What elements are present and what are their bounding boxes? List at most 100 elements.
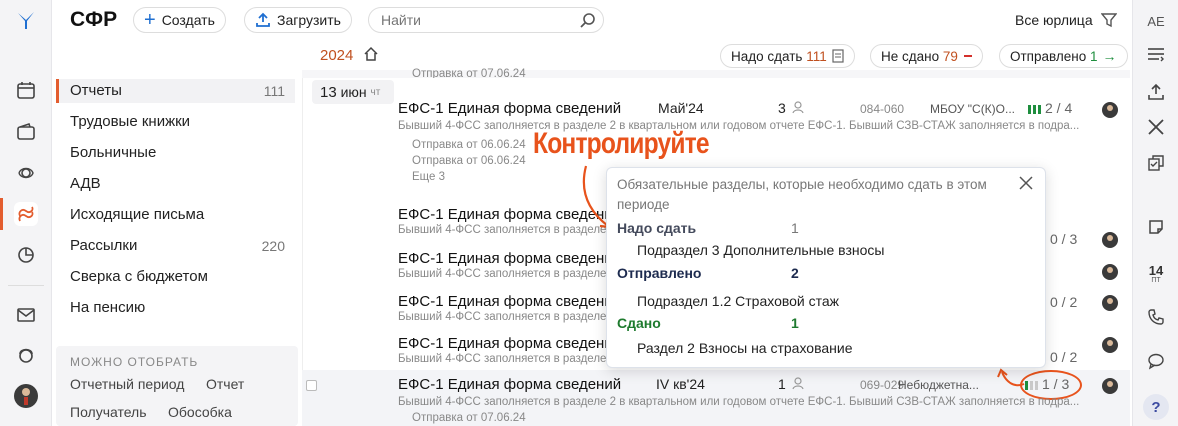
row-progress-text[interactable]: 0 / 2 xyxy=(1050,349,1077,365)
group-done-label: Сдано xyxy=(617,315,661,331)
sidebar-item-budget-reconciliation[interactable]: Сверка с бюджетом xyxy=(70,265,295,289)
group-sent-count: 2 xyxy=(791,265,799,281)
row-more-link[interactable]: Еще 3 xyxy=(412,171,445,183)
not-submitted-count: 79 xyxy=(942,48,958,64)
row-title: ЕФС-1 Единая форма сведений xyxy=(398,100,622,117)
user-initials[interactable]: АЕ xyxy=(1144,9,1168,33)
upload-button[interactable]: Загрузить xyxy=(244,7,352,33)
close-icon[interactable] xyxy=(1019,176,1033,193)
sent-pill[interactable]: Отправлено 1 → xyxy=(999,44,1128,68)
row-reg-number: 084-060 xyxy=(860,102,905,116)
group-done-item[interactable]: Раздел 2 Взносы на страхование xyxy=(637,340,853,356)
sidebar-item-label: АДВ xyxy=(70,175,101,192)
sidebar-item-label: Больничные xyxy=(70,144,157,161)
search-icon[interactable] xyxy=(580,12,596,31)
note-icon[interactable] xyxy=(1144,215,1168,239)
row-description: Бывший 4-ФСС заполняется в разделе xyxy=(398,224,607,236)
sidebar-item-adv[interactable]: АДВ xyxy=(70,172,295,196)
row-progress[interactable]: 2 / 4 xyxy=(1028,100,1072,116)
filter-icon[interactable] xyxy=(1100,12,1118,31)
pie-chart-icon[interactable] xyxy=(14,243,38,267)
responsible-avatar[interactable] xyxy=(1102,295,1118,311)
list-settings-icon[interactable] xyxy=(1144,42,1168,66)
row-count: 3 xyxy=(778,100,786,116)
filter-recipient[interactable]: Получатель xyxy=(70,404,147,420)
year-label[interactable]: 2024 xyxy=(320,47,353,64)
group-sent-item[interactable]: Подраздел 1.2 Страховой стаж xyxy=(637,293,839,309)
filter-heading: МОЖНО ОТОБРАТЬ xyxy=(70,355,199,369)
sfr-link-icon[interactable] xyxy=(14,202,38,226)
calendar-icon[interactable] xyxy=(14,78,38,102)
row-progress-text[interactable]: 0 / 2 xyxy=(1050,294,1077,310)
sidebar-item-count: 111 xyxy=(263,83,285,99)
export-icon[interactable] xyxy=(1144,80,1168,104)
sidebar-item-label: Отчеты xyxy=(70,82,122,99)
close-panel-icon[interactable] xyxy=(1144,115,1168,139)
filter-branch[interactable]: Обособка xyxy=(168,404,232,420)
signer-icon xyxy=(791,100,805,117)
sidebar-item-reports[interactable]: Отчеты 111 xyxy=(56,79,295,103)
progress-bars xyxy=(1028,104,1041,114)
row-sub-line: Отправка от 06.06.24 xyxy=(412,139,526,151)
row-checkbox[interactable] xyxy=(306,380,317,391)
phone-icon[interactable] xyxy=(1144,305,1168,329)
responsible-avatar[interactable] xyxy=(1102,378,1118,394)
row-description: Бывший 4-ФСС заполняется в разделе xyxy=(398,311,607,323)
to-submit-pill[interactable]: Надо сдать 111 xyxy=(720,44,855,68)
row-description: Бывший 4-ФСС заполняется в разделе xyxy=(398,268,607,280)
row-period: Май'24 xyxy=(658,100,704,116)
row-progress-text: 2 / 4 xyxy=(1045,100,1073,116)
responsible-avatar[interactable] xyxy=(1102,337,1118,353)
filter-period[interactable]: Отчетный период xyxy=(70,376,184,392)
chat-icon[interactable] xyxy=(1144,349,1168,373)
calendar-date-icon[interactable]: 14 ПТ xyxy=(1144,262,1168,286)
sent-count: 1 xyxy=(1090,48,1098,64)
not-submitted-pill[interactable]: Не сдано 79 xyxy=(870,44,983,68)
copy-check-icon[interactable] xyxy=(1144,151,1168,175)
arrow-right-icon: → xyxy=(1102,48,1117,64)
row-title: ЕФС-1 Единая форма сведений xyxy=(398,376,622,393)
user-avatar[interactable] xyxy=(14,384,38,408)
row-title: ЕФС-1 Единая форма сведений xyxy=(398,293,622,310)
cut-sub-line: Отправка от 07.06.24 xyxy=(412,68,526,78)
sidebar-item-workbooks[interactable]: Трудовые книжки xyxy=(70,110,295,134)
filter-report[interactable]: Отчет xyxy=(206,376,244,392)
right-rail: АЕ 14 ПТ ? xyxy=(1132,0,1178,426)
row-progress-text[interactable]: 0 / 3 xyxy=(1050,231,1077,247)
mail-icon[interactable] xyxy=(14,303,38,327)
calendar-weekday: ПТ xyxy=(1151,277,1161,284)
logo-icon[interactable] xyxy=(14,8,38,32)
group-to-submit-item[interactable]: Подраздел 3 Дополнительные взносы xyxy=(637,242,884,258)
row-count: 1 xyxy=(778,376,786,392)
not-submitted-label: Не сдано xyxy=(881,48,940,64)
sidebar-item-mailings[interactable]: Рассылки 220 xyxy=(70,234,295,258)
row-period: IV кв'24 xyxy=(656,376,705,392)
row-org: МБОУ "С(К)О... xyxy=(930,102,1016,116)
group-to-submit-count: 1 xyxy=(791,220,799,236)
row-description: Бывший 4-ФСС заполняется в разделе 2 в к… xyxy=(398,396,1080,408)
support-icon[interactable] xyxy=(14,343,38,367)
wallet-icon[interactable] xyxy=(14,120,38,144)
group-done-count: 1 xyxy=(791,315,799,331)
create-button[interactable]: + Создать xyxy=(133,7,226,33)
help-icon[interactable]: ? xyxy=(1143,394,1169,420)
rail-divider xyxy=(8,285,44,286)
org-filter-label[interactable]: Все юрлица xyxy=(1015,12,1093,28)
annotation-text: Контролируйте xyxy=(533,127,710,160)
responsible-avatar[interactable] xyxy=(1102,102,1118,118)
home-icon[interactable] xyxy=(363,46,379,65)
sidebar-item-pension[interactable]: На пенсию xyxy=(70,296,295,320)
search-input[interactable] xyxy=(368,7,604,33)
to-submit-label: Надо сдать xyxy=(731,48,803,64)
app-title: СФР xyxy=(70,8,118,31)
emblem-icon[interactable] xyxy=(14,161,38,185)
sidebar-item-sick-leave[interactable]: Больничные xyxy=(70,141,295,165)
sidebar-item-label: Рассылки xyxy=(70,237,138,254)
sidebar-item-outgoing-letters[interactable]: Исходящие письма xyxy=(70,203,295,227)
signer-icon xyxy=(791,376,805,393)
sidebar-item-label: Исходящие письма xyxy=(70,206,205,223)
row-title: ЕФС-1 Единая форма сведений xyxy=(398,335,622,352)
upload-label: Загрузить xyxy=(277,12,341,28)
sidebar-item-label: Трудовые книжки xyxy=(70,113,191,130)
responsible-avatar[interactable] xyxy=(1102,264,1118,280)
